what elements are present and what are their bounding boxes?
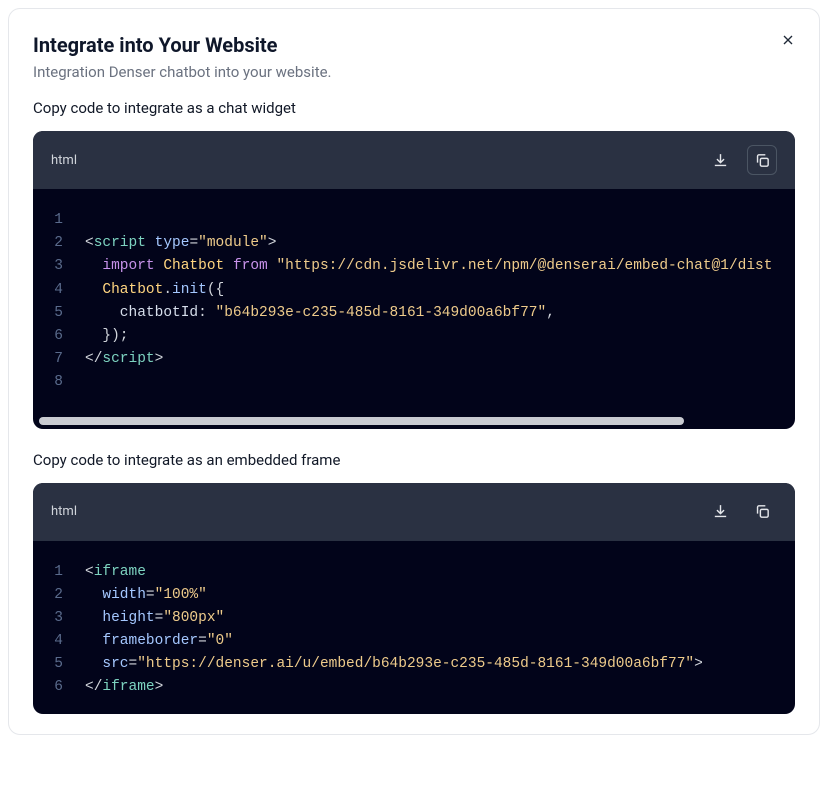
code-header: html <box>33 131 795 189</box>
modal-title: Integrate into Your Website <box>33 33 795 57</box>
code-line: 4 Chatbot.init({ <box>41 279 787 302</box>
code-lang-label: html <box>51 504 77 519</box>
line-number: 1 <box>41 561 67 584</box>
line-number: 4 <box>41 630 67 653</box>
download-button[interactable] <box>705 145 735 175</box>
code-body-iframe[interactable]: 1<iframe2 width="100%"3 height="800px"4 … <box>33 541 795 714</box>
code-line: 5 src="https://denser.ai/u/embed/b64b293… <box>41 653 787 676</box>
code-line: 3 import Chatbot from "https://cdn.jsdel… <box>41 255 787 278</box>
code-line: 6 }); <box>41 325 787 348</box>
line-content: frameborder="0" <box>67 630 233 653</box>
line-content: <iframe <box>67 561 146 584</box>
line-number: 1 <box>41 209 67 232</box>
line-number: 3 <box>41 607 67 630</box>
line-content <box>67 209 85 232</box>
code-body-widget[interactable]: 12<script type="module">3 import Chatbot… <box>33 189 795 409</box>
copy-icon <box>754 503 771 520</box>
copy-button[interactable] <box>747 145 777 175</box>
download-icon <box>712 152 729 169</box>
line-content: </iframe> <box>67 676 163 699</box>
code-line: 8 <box>41 371 787 394</box>
line-content <box>67 371 85 394</box>
code-block-widget: html 12<script type="module">3 import Ch… <box>33 131 795 429</box>
line-number: 6 <box>41 676 67 699</box>
code-block-iframe: html 1<iframe2 width="100%"3 height="800… <box>33 483 795 714</box>
line-content: import Chatbot from "https://cdn.jsdeliv… <box>67 255 772 278</box>
section-label-widget: Copy code to integrate as a chat widget <box>33 99 795 117</box>
line-number: 6 <box>41 325 67 348</box>
line-number: 8 <box>41 371 67 394</box>
line-number: 7 <box>41 348 67 371</box>
line-content: }); <box>67 325 129 348</box>
code-line: 2<script type="module"> <box>41 232 787 255</box>
modal-subtitle: Integration Denser chatbot into your web… <box>33 63 795 81</box>
code-line: 2 width="100%" <box>41 584 787 607</box>
line-number: 3 <box>41 255 67 278</box>
line-content: width="100%" <box>67 584 207 607</box>
code-line: 7</script> <box>41 348 787 371</box>
line-content: </script> <box>67 348 163 371</box>
line-number: 2 <box>41 584 67 607</box>
close-icon <box>780 32 796 48</box>
copy-button[interactable] <box>747 497 777 527</box>
line-number: 4 <box>41 279 67 302</box>
line-content: src="https://denser.ai/u/embed/b64b293e-… <box>67 653 703 676</box>
code-line: 5 chatbotId: "b64b293e-c235-485d-8161-34… <box>41 302 787 325</box>
code-header: html <box>33 483 795 541</box>
line-content: chatbotId: "b64b293e-c235-485d-8161-349d… <box>67 302 555 325</box>
line-number: 2 <box>41 232 67 255</box>
code-lang-label: html <box>51 153 77 168</box>
line-content: Chatbot.init({ <box>67 279 224 302</box>
code-line: 1<iframe <box>41 561 787 584</box>
download-icon <box>712 503 729 520</box>
code-line: 4 frameborder="0" <box>41 630 787 653</box>
line-number: 5 <box>41 653 67 676</box>
code-header-actions <box>705 145 777 175</box>
code-line: 1 <box>41 209 787 232</box>
line-content: height="800px" <box>67 607 224 630</box>
scrollbar-thumb[interactable] <box>39 417 684 425</box>
line-number: 5 <box>41 302 67 325</box>
integration-modal: Integrate into Your Website Integration … <box>8 8 820 735</box>
download-button[interactable] <box>705 497 735 527</box>
scrollbar[interactable] <box>39 417 789 427</box>
code-line: 3 height="800px" <box>41 607 787 630</box>
code-header-actions <box>705 497 777 527</box>
section-label-iframe: Copy code to integrate as an embedded fr… <box>33 451 795 469</box>
copy-icon <box>754 152 771 169</box>
code-line: 6</iframe> <box>41 676 787 699</box>
line-content: <script type="module"> <box>67 232 276 255</box>
close-button[interactable] <box>779 31 797 49</box>
